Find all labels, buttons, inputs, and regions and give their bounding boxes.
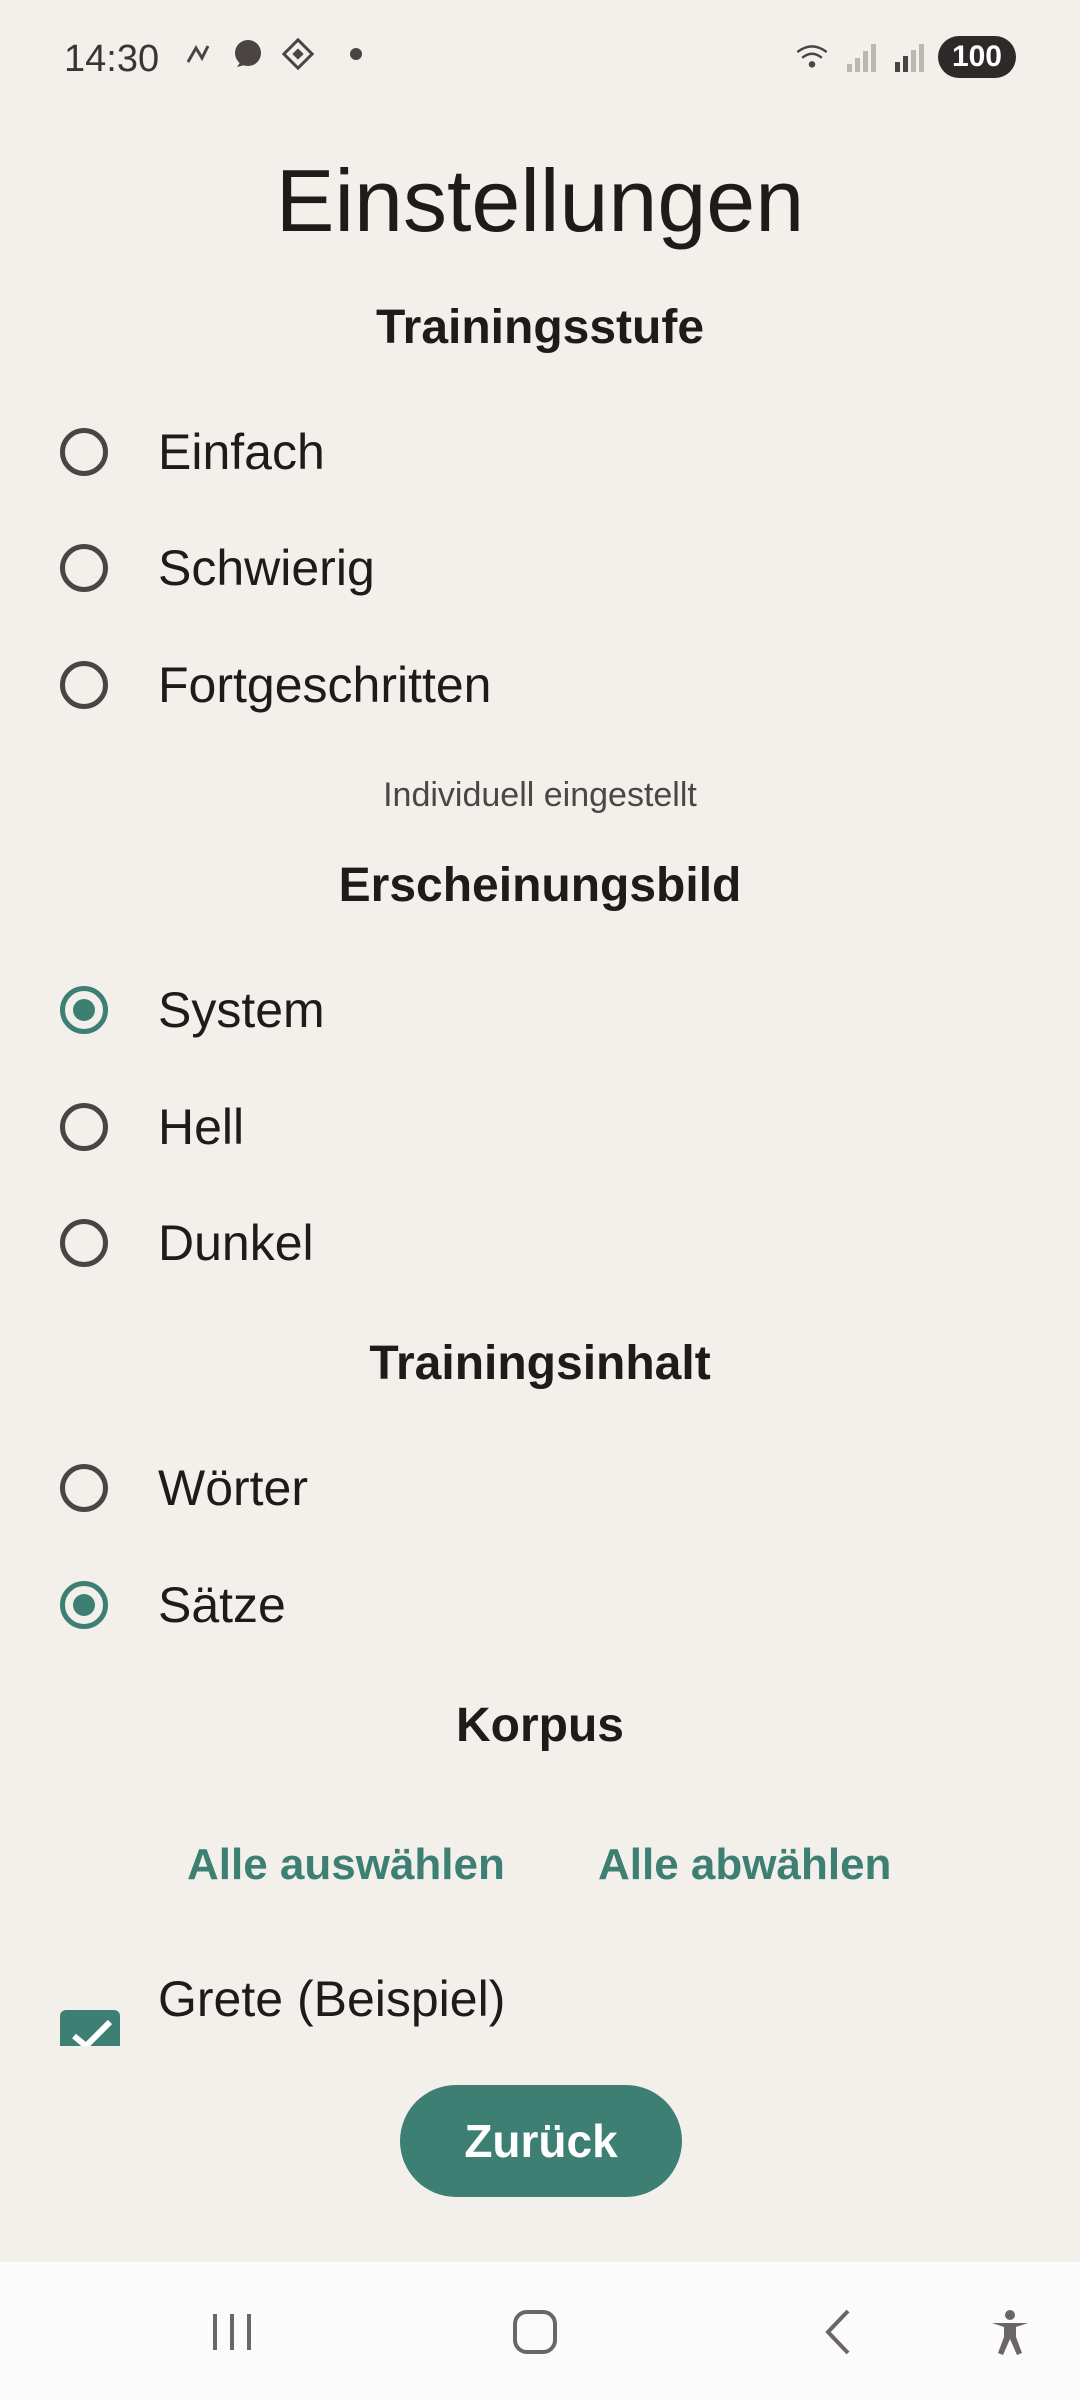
deselect-all-button[interactable]: Alle abwählen	[598, 1840, 891, 1890]
radio-label: Fortgeschritten	[158, 657, 492, 713]
radio-option-woerter[interactable]: Wörter	[60, 1448, 308, 1528]
radio-option-system[interactable]: System	[60, 970, 325, 1050]
radio-button-selected[interactable]	[60, 1581, 108, 1629]
corpus-actions: Alle auswählen Alle abwählen	[0, 1830, 1080, 1910]
page-title: Einstellungen	[275, 151, 805, 250]
section-title-training-content: Trainingsinhalt	[369, 1337, 711, 1390]
radio-button[interactable]	[60, 1464, 108, 1512]
back-nav-icon[interactable]	[808, 2302, 868, 2362]
wifi-icon	[794, 39, 830, 75]
corpus-item-label: Grete (Beispiel)	[158, 1971, 506, 2027]
radio-option-dunkel[interactable]: Dunkel	[60, 1203, 314, 1283]
radio-option-hell[interactable]: Hell	[60, 1087, 244, 1167]
corpus-item[interactable]: Grete (Beispiel)	[60, 1970, 1060, 2046]
signal-icon	[842, 39, 878, 75]
section-title-training-level: Trainingsstufe	[375, 301, 705, 354]
section-title-appearance: Erscheinungsbild	[338, 859, 742, 912]
navigation-bar	[0, 2262, 1080, 2400]
radio-button-selected[interactable]	[60, 986, 108, 1034]
notification-icons	[180, 36, 362, 72]
home-icon[interactable]	[505, 2302, 565, 2362]
radio-label: Einfach	[158, 424, 325, 480]
section-title-corpus: Korpus	[456, 1699, 624, 1752]
radio-button[interactable]	[60, 661, 108, 709]
radio-label: Dunkel	[158, 1215, 314, 1271]
nfc-icon	[180, 36, 216, 72]
system-indicators: 100	[794, 36, 1016, 78]
dot-icon	[350, 48, 362, 60]
radio-label: Hell	[158, 1099, 245, 1155]
radio-label: System	[158, 982, 325, 1038]
radio-label: Wörter	[158, 1460, 308, 1516]
status-time: 14:30	[64, 38, 160, 80]
roaming-signal-icon	[890, 39, 926, 75]
radio-button[interactable]	[60, 1103, 108, 1151]
accessibility-icon[interactable]	[980, 2302, 1040, 2362]
select-all-button[interactable]: Alle auswählen	[187, 1840, 505, 1890]
radio-label: Schwierig	[158, 540, 375, 596]
message-bubble-icon	[230, 36, 266, 72]
back-button[interactable]: Zurück	[400, 2085, 682, 2197]
radio-button[interactable]	[60, 1219, 108, 1267]
radio-option-einfach[interactable]: Einfach	[60, 412, 325, 492]
status-bar: 14:30 100	[0, 0, 1080, 120]
radio-button[interactable]	[60, 544, 108, 592]
radio-button[interactable]	[60, 428, 108, 476]
radio-option-schwierig[interactable]: Schwierig	[60, 528, 375, 608]
radio-label: Sätze	[158, 1577, 286, 1633]
radio-option-saetze[interactable]: Sätze	[60, 1565, 286, 1645]
checkbox-checked[interactable]	[60, 2010, 120, 2046]
recent-apps-icon[interactable]	[202, 2302, 262, 2362]
radio-option-fortgeschritten[interactable]: Fortgeschritten	[60, 645, 491, 725]
diamond-pattern-icon	[280, 36, 316, 72]
training-level-hint: Individuell eingestellt	[383, 776, 697, 814]
battery-level: 100	[937, 36, 1016, 78]
